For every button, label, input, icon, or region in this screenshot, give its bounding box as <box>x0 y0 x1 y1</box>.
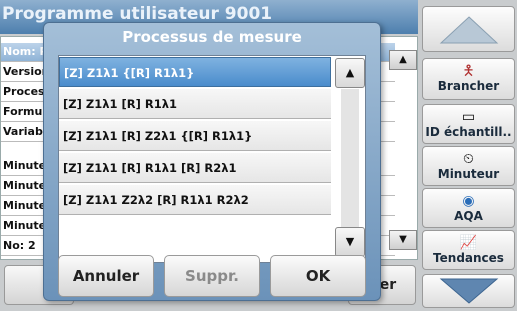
triangle-down-icon <box>439 278 498 304</box>
triangle-up-icon <box>439 16 498 44</box>
scroll-track[interactable] <box>341 89 359 227</box>
delete-label: Suppr. <box>185 267 239 285</box>
process-item[interactable]: [Z] Z1λ1 [R] Z2λ1 {[R] R1λ1} <box>59 121 331 151</box>
delete-button[interactable]: Suppr. <box>164 255 260 297</box>
dialog-title: Processus de mesure <box>122 28 302 46</box>
minuteur-label: Minuteur <box>437 167 500 181</box>
scroll-up-button[interactable]: ▲ <box>389 50 417 70</box>
aqa-button[interactable]: ◉ AQA <box>422 188 515 228</box>
process-item[interactable]: [Z] Z1λ1 {[R] R1λ1} <box>59 57 331 87</box>
brancher-label: Brancher <box>437 79 500 93</box>
tendances-button[interactable]: 📈 Tendances <box>422 230 515 270</box>
quality-icon: ◉ <box>462 193 475 209</box>
right-panel: 🯅 Brancher ▭ ID échantill.. ⏲ Minuteur ◉… <box>420 0 517 311</box>
aqa-label: AQA <box>454 209 483 223</box>
cancel-label: Annuler <box>72 267 140 285</box>
dialog-scroll-down-button[interactable]: ▼ <box>335 227 365 257</box>
timer-icon: ⏲ <box>463 151 474 167</box>
person-icon: 🯅 <box>462 63 475 79</box>
scroll-down-arrow-button[interactable] <box>422 274 515 308</box>
screen-title: Programme utilisateur 9001 <box>2 4 273 24</box>
tendances-label: Tendances <box>433 251 504 265</box>
sample-id-button[interactable]: ▭ ID échantill.. <box>422 104 515 144</box>
minuteur-button[interactable]: ⏲ Minuteur <box>422 146 515 186</box>
dialog-scroll-up-button[interactable]: ▲ <box>335 58 365 88</box>
trend-chart-icon: 📈 <box>459 235 478 251</box>
sample-id-label: ID échantill.. <box>425 125 512 139</box>
ok-label: OK <box>305 267 331 285</box>
vial-icon: ▭ <box>461 109 476 125</box>
measurement-process-dialog: Processus de mesure [Z] Z1λ1 {[R] R1λ1} … <box>43 22 381 301</box>
process-item[interactable]: [Z] Z1λ1 Z2λ2 [R] R1λ1 R2λ2 <box>59 185 331 215</box>
ok-button[interactable]: OK <box>270 255 366 297</box>
cancel-button[interactable]: Annuler <box>58 255 154 297</box>
scroll-up-arrow-button[interactable] <box>422 6 515 52</box>
process-list: [Z] Z1λ1 {[R] R1λ1} [Z] Z1λ1 [R] R1λ1 [Z… <box>58 55 366 263</box>
process-item[interactable]: [Z] Z1λ1 [R] R1λ1 [R] R2λ1 <box>59 153 331 183</box>
scroll-down-button[interactable]: ▼ <box>389 230 417 250</box>
process-item[interactable]: [Z] Z1λ1 [R] R1λ1 <box>59 89 331 119</box>
brancher-button[interactable]: 🯅 Brancher <box>422 58 515 100</box>
